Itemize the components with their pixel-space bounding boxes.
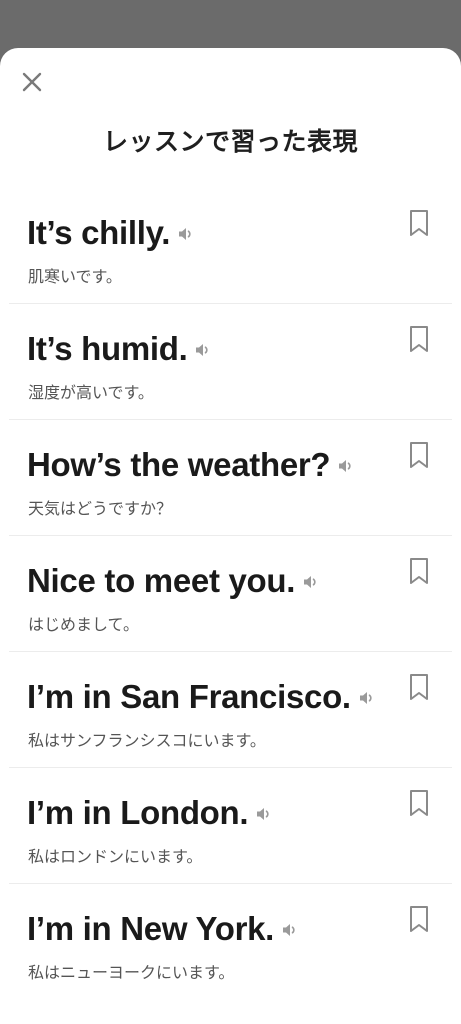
phrase-japanese: 肌寒いです。 — [28, 267, 122, 286]
phrase-japanese: 私はロンドンにいます。 — [28, 847, 203, 866]
list-item: I’m in London. 私はロンドンにいます。 — [9, 768, 452, 884]
list-item: Nice to meet you. はじめまして。 — [9, 536, 452, 652]
phrase-english: I’m in New York. — [27, 910, 275, 947]
phrase-line: I’m in San Francisco. — [27, 678, 375, 716]
phrase-japanese: 私はサンフランシスコにいます。 — [28, 731, 266, 750]
phrase-line: I’m in New York. — [27, 910, 298, 948]
phrase-line: Nice to meet you. — [27, 562, 319, 600]
speaker-icon[interactable] — [359, 691, 375, 705]
phrase-english: It’s humid. — [27, 330, 188, 367]
phrase-english: It’s chilly. — [27, 214, 171, 251]
phrase-english: I’m in San Francisco. — [27, 678, 351, 715]
list-item: It’s chilly. 肌寒いです。 — [9, 188, 452, 304]
speaker-icon[interactable] — [303, 575, 319, 589]
phrase-japanese: 湿度が高いです。 — [28, 383, 154, 402]
bookmark-icon[interactable] — [407, 672, 431, 702]
phrase-japanese: 天気はどうですか？ — [28, 499, 173, 518]
phrase-line: It’s humid. — [27, 330, 211, 368]
bookmark-icon[interactable] — [407, 788, 431, 818]
speaker-icon[interactable] — [338, 459, 354, 473]
phrase-line: How’s the weather? — [27, 446, 354, 484]
phrase-english: I’m in London. — [27, 794, 249, 831]
phrase-japanese: 私はニューヨークにいます。 — [28, 963, 235, 982]
list-item: I’m in New York. 私はニューヨークにいます。 — [9, 884, 452, 999]
list-item: I’m in San Francisco. 私はサンフランシスコにいます。 — [9, 652, 452, 768]
speaker-icon[interactable] — [195, 343, 211, 357]
speaker-icon[interactable] — [178, 227, 194, 241]
phrase-list: It’s chilly. 肌寒いです。 It’s humid. 湿度が高いです。 — [9, 188, 452, 999]
bottom-sheet: レッスンで習った表現 It’s chilly. 肌寒いです。 It’s humi… — [0, 48, 461, 1024]
phrase-english: How’s the weather? — [27, 446, 331, 483]
close-icon — [22, 72, 42, 92]
bookmark-icon[interactable] — [407, 208, 431, 238]
page-title: レッスンで習った表現 — [102, 127, 358, 156]
bookmark-icon[interactable] — [407, 324, 431, 354]
close-button[interactable] — [14, 64, 50, 100]
phrase-line: It’s chilly. — [27, 214, 194, 252]
bookmark-icon[interactable] — [407, 556, 431, 586]
phrase-english: Nice to meet you. — [27, 562, 296, 599]
speaker-icon[interactable] — [256, 807, 272, 821]
list-item: It’s humid. 湿度が高いです。 — [9, 304, 452, 420]
bookmark-icon[interactable] — [407, 440, 431, 470]
list-item: How’s the weather? 天気はどうですか？ — [9, 420, 452, 536]
phrase-line: I’m in London. — [27, 794, 272, 832]
bookmark-icon[interactable] — [407, 904, 431, 934]
phrase-japanese: はじめまして。 — [28, 615, 140, 634]
backdrop-overlay[interactable] — [0, 0, 461, 48]
speaker-icon[interactable] — [282, 923, 298, 937]
